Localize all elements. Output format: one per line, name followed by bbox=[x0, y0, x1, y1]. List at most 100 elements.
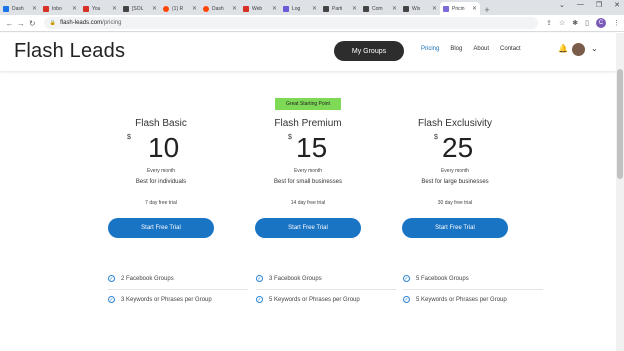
plan-features-basic: ✓ 2 Facebook Groups ✓ 3 Keywords or Phrase… bbox=[108, 275, 258, 304]
start-free-trial-button[interactable]: Start Free Trial bbox=[108, 218, 214, 238]
tab-label: Parti bbox=[332, 5, 343, 12]
back-icon[interactable]: ← bbox=[4, 19, 15, 28]
tab-favicon-icon bbox=[203, 5, 209, 12]
forward-icon[interactable]: → bbox=[15, 19, 26, 28]
best-for-text: Best for small businesses bbox=[273, 179, 343, 185]
trial-text: 7 day free trial bbox=[145, 200, 177, 206]
restore-icon[interactable]: ❐ bbox=[596, 1, 602, 9]
reload-icon[interactable]: ↻ bbox=[27, 19, 38, 28]
site-nav: Pricing Blog About Contact bbox=[421, 46, 521, 52]
page-scrollbar[interactable] bbox=[616, 33, 624, 351]
close-tab-icon[interactable]: ✕ bbox=[472, 5, 477, 12]
menu-dots-icon[interactable]: ⋮ bbox=[613, 19, 620, 27]
nav-pricing[interactable]: Pricing bbox=[421, 46, 439, 52]
browser-tab[interactable]: (1) R ✕ bbox=[160, 2, 200, 15]
browser-tab-strip: Dash ✕ Inbo ✕ You ✕ [SOL ✕ (1) R ✕ Dash ✕ Web ✕… bbox=[0, 0, 624, 15]
close-tab-icon[interactable]: ✕ bbox=[232, 5, 237, 12]
tab-favicon-icon bbox=[3, 5, 9, 12]
close-tab-icon[interactable]: ✕ bbox=[32, 5, 37, 12]
browser-tab[interactable]: Web ✕ bbox=[240, 2, 280, 15]
my-groups-button[interactable]: My Groups bbox=[334, 41, 404, 61]
browser-tab[interactable]: Dash ✕ bbox=[0, 2, 40, 15]
feature-item: ✓ 3 Facebook Groups bbox=[256, 275, 406, 283]
plan-name: Flash Basic bbox=[135, 118, 187, 129]
feature-item: ✓ 3 Keywords or Phrases per Group bbox=[108, 296, 258, 304]
browser-toolbar: ← → ↻ 🔒 flash-leads.com/pricing ⇪ ☆ ✱ ▯ … bbox=[0, 15, 624, 32]
nav-contact[interactable]: Contact bbox=[500, 46, 521, 52]
browser-tab[interactable]: [SOL ✕ bbox=[120, 2, 160, 15]
plan-price: $ 10 bbox=[96, 132, 226, 167]
best-for-text: Best for individuals bbox=[135, 179, 187, 185]
browser-tab[interactable]: Inbo ✕ bbox=[40, 2, 80, 15]
feature-divider bbox=[403, 289, 543, 290]
tab-label: Dash bbox=[12, 5, 24, 12]
star-icon[interactable]: ☆ bbox=[559, 19, 565, 27]
side-panel-icon[interactable]: ▯ bbox=[585, 19, 589, 27]
start-free-trial-button[interactable]: Start Free Trial bbox=[255, 218, 361, 238]
tab-label: You bbox=[92, 5, 101, 12]
notification-bell-icon[interactable]: 🔔 bbox=[558, 44, 568, 53]
billing-period: Every month bbox=[293, 168, 323, 174]
feature-item: ✓ 5 Keywords or Phrases per Group bbox=[256, 296, 406, 304]
tab-search-icon[interactable]: ⌄ bbox=[559, 1, 565, 9]
profile-avatar[interactable]: C bbox=[596, 18, 606, 28]
site-logo[interactable]: Flash Leads bbox=[14, 40, 125, 63]
tab-label: Dash bbox=[212, 5, 224, 12]
close-tab-icon[interactable]: ✕ bbox=[352, 5, 357, 12]
close-tab-icon[interactable]: ✕ bbox=[432, 5, 437, 12]
share-icon[interactable]: ⇪ bbox=[546, 19, 552, 27]
feature-text: 5 Keywords or Phrases per Group bbox=[416, 297, 507, 303]
browser-tab[interactable]: Parti ✕ bbox=[320, 2, 360, 15]
tab-favicon-icon bbox=[403, 5, 409, 12]
close-tab-icon[interactable]: ✕ bbox=[392, 5, 397, 12]
tab-label: Pricin bbox=[452, 5, 465, 12]
toolbar-actions: ⇪ ☆ ✱ ▯ C ⋮ bbox=[546, 18, 620, 28]
plan-name: Flash Exclusivity bbox=[418, 118, 492, 129]
tab-label: (1) R bbox=[172, 5, 184, 12]
billing-period: Every month bbox=[440, 168, 470, 174]
extensions-icon[interactable]: ✱ bbox=[572, 19, 578, 27]
tab-label: Web bbox=[252, 5, 263, 12]
start-free-trial-button[interactable]: Start Free Trial bbox=[402, 218, 508, 238]
tab-favicon-icon bbox=[243, 5, 249, 12]
plan-features-premium: ✓ 3 Facebook Groups ✓ 5 Keywords or Phrase… bbox=[256, 275, 406, 304]
address-bar[interactable]: 🔒 flash-leads.com/pricing bbox=[43, 17, 539, 29]
feature-item: ✓ 5 Facebook Groups bbox=[403, 275, 553, 283]
feature-text: 3 Facebook Groups bbox=[269, 276, 322, 282]
browser-tab[interactable]: Com ✕ bbox=[360, 2, 400, 15]
browser-tab[interactable]: Log ✕ bbox=[280, 2, 320, 15]
nav-about[interactable]: About bbox=[473, 46, 489, 52]
close-tab-icon[interactable]: ✕ bbox=[312, 5, 317, 12]
close-window-icon[interactable]: ✕ bbox=[614, 1, 620, 9]
tab-label: Wix bbox=[412, 5, 421, 12]
check-icon: ✓ bbox=[108, 275, 115, 282]
billing-period: Every month bbox=[146, 168, 176, 174]
feature-text: 5 Facebook Groups bbox=[416, 276, 469, 282]
feature-item: ✓ 2 Facebook Groups bbox=[108, 275, 258, 283]
nav-blog[interactable]: Blog bbox=[450, 46, 462, 52]
browser-tab-active[interactable]: Pricin ✕ bbox=[440, 2, 480, 15]
user-avatar[interactable] bbox=[572, 43, 585, 56]
trial-text: 14 day free trial bbox=[290, 200, 326, 206]
browser-tab[interactable]: You ✕ bbox=[80, 2, 120, 15]
currency-symbol: $ bbox=[288, 134, 292, 141]
plan-card-exclusivity: Flash Exclusivity $ 25 Every month Best … bbox=[390, 118, 520, 238]
close-tab-icon[interactable]: ✕ bbox=[72, 5, 77, 12]
new-tab-button[interactable]: + bbox=[480, 5, 494, 15]
best-for-text: Best for large businesses bbox=[421, 179, 489, 185]
scrollbar-thumb[interactable] bbox=[617, 69, 623, 179]
close-tab-icon[interactable]: ✕ bbox=[272, 5, 277, 12]
feature-text: 5 Keywords or Phrases per Group bbox=[269, 297, 360, 303]
close-tab-icon[interactable]: ✕ bbox=[152, 5, 157, 12]
minimize-icon[interactable]: — bbox=[577, 1, 584, 9]
browser-tab[interactable]: Wix ✕ bbox=[400, 2, 440, 15]
feature-divider bbox=[256, 289, 396, 290]
close-tab-icon[interactable]: ✕ bbox=[112, 5, 117, 12]
tab-label: Inbo bbox=[52, 5, 62, 12]
tab-favicon-icon bbox=[363, 5, 369, 12]
close-tab-icon[interactable]: ✕ bbox=[192, 5, 197, 12]
tab-favicon-icon bbox=[43, 5, 49, 12]
feature-text: 2 Facebook Groups bbox=[121, 276, 174, 282]
browser-tab[interactable]: Dash ✕ bbox=[200, 2, 240, 15]
chevron-down-icon[interactable]: ⌄ bbox=[591, 44, 598, 53]
